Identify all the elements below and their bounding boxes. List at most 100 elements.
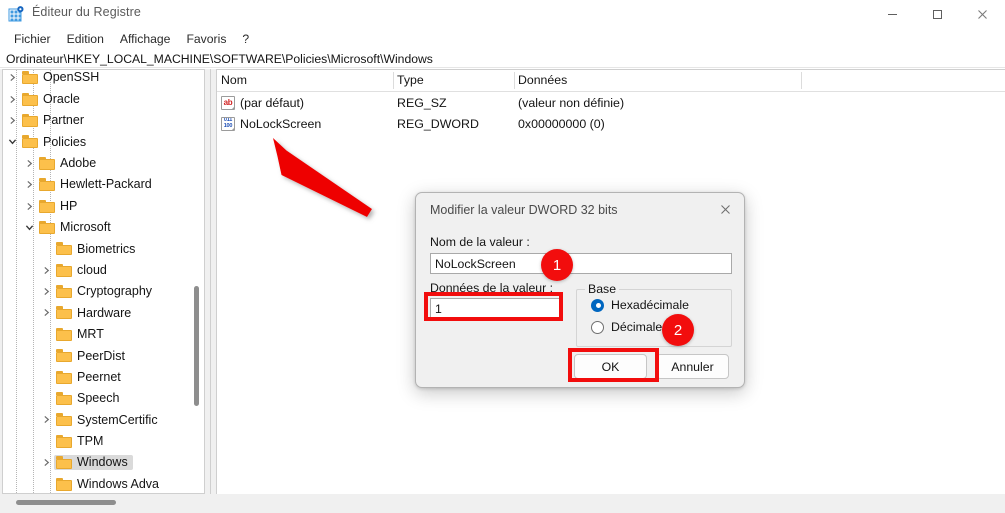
tree-item-label: Oracle (43, 91, 80, 106)
tree-item[interactable]: Hardware (3, 302, 189, 323)
tree-item[interactable]: Cryptography (3, 281, 189, 302)
radio-hexadecimal[interactable]: Hexadécimale (591, 298, 689, 312)
tree-item[interactable]: Speech (3, 388, 189, 409)
tree-item-content[interactable]: PeerDist (54, 348, 130, 363)
tree-item[interactable]: Peernet (3, 366, 189, 387)
tree-item-content[interactable]: SystemCertific (54, 412, 163, 427)
ok-button[interactable]: OK (574, 354, 647, 379)
tree-vertical-scroll-thumb[interactable] (194, 286, 199, 406)
dialog-close-icon[interactable] (710, 197, 740, 221)
tree-item[interactable]: Policies (3, 131, 189, 152)
tree-item[interactable]: cloud (3, 260, 189, 281)
tree-item-content[interactable]: Windows Adva (54, 477, 164, 492)
tree-item[interactable]: Partner (3, 110, 189, 131)
pane-splitter[interactable] (207, 69, 215, 494)
reg-dword-icon: 011 100 (221, 116, 235, 131)
chevron-right-icon[interactable] (38, 260, 54, 281)
tree-item-content[interactable]: Peernet (54, 370, 126, 385)
chevron-right-icon[interactable] (21, 153, 37, 174)
radio-decimal-indicator (591, 320, 604, 334)
registry-tree-pane[interactable]: OpenSSH Oracle Partner Policies Adobe Hewlett… (2, 69, 205, 494)
menu-aide[interactable]: ? (234, 30, 257, 48)
column-type[interactable]: Type (397, 73, 424, 87)
tree-item[interactable]: Adobe (3, 153, 189, 174)
tree-item-content[interactable]: Oracle (20, 92, 85, 107)
chevron-right-icon[interactable] (4, 110, 20, 131)
value-data-input[interactable]: 1 (430, 298, 563, 320)
folder-icon (56, 477, 72, 491)
address-bar[interactable]: Ordinateur\HKEY_LOCAL_MACHINE\SOFTWARE\P… (0, 50, 1005, 68)
tree-item-content[interactable]: Cryptography (54, 284, 157, 299)
tree-item-content[interactable]: Windows (54, 455, 133, 471)
menu-fichier[interactable]: Fichier (6, 30, 59, 48)
tree-item-content[interactable]: TPM (54, 434, 108, 449)
tree-item[interactable]: PeerDist (3, 345, 189, 366)
menu-favoris[interactable]: Favoris (178, 30, 234, 48)
tree-item-content[interactable]: Hardware (54, 305, 136, 320)
tree-item[interactable]: Windows Adva (3, 473, 189, 493)
chevron-right-icon[interactable] (21, 174, 37, 195)
menu-edition[interactable]: Edition (59, 30, 112, 48)
tree-item[interactable]: Oracle (3, 88, 189, 109)
close-button[interactable] (960, 0, 1005, 28)
chevron-right-icon[interactable] (38, 452, 54, 473)
tree-item[interactable]: MRT (3, 324, 189, 345)
value-data-label: Données de la valeur : (430, 281, 554, 295)
tree-item-content[interactable]: Policies (20, 134, 91, 149)
tree-item-content[interactable]: Hewlett-Packard (37, 177, 157, 192)
tree-item[interactable]: Hewlett-Packard (3, 174, 189, 195)
tree-horizontal-scroll-thumb[interactable] (16, 500, 116, 505)
tree-item-content[interactable]: MRT (54, 327, 109, 342)
column-divider[interactable] (514, 72, 515, 89)
maximize-button[interactable] (915, 0, 960, 28)
window-title: Éditeur du Registre (32, 5, 141, 19)
tree-item[interactable]: HP (3, 195, 189, 216)
registry-value-row[interactable]: ab (par défaut) REG_SZ (valeur non définie) (217, 92, 1005, 113)
chevron-right-icon[interactable] (4, 88, 20, 109)
tree-item-content[interactable]: OpenSSH (20, 70, 104, 85)
tree-item-content[interactable]: Speech (54, 391, 124, 406)
registry-value-row[interactable]: 011 100 NoLockScreen REG_DWORD 0x00000000 (0… (217, 113, 1005, 134)
chevron-down-icon[interactable] (4, 131, 20, 152)
column-divider[interactable] (393, 72, 394, 89)
tree-item-content[interactable]: Partner (20, 113, 89, 128)
cancel-button[interactable]: Annuler (656, 354, 729, 379)
badge-step-1: 1 (541, 249, 573, 281)
folder-icon (39, 178, 55, 192)
chevron-right-icon[interactable] (21, 195, 37, 216)
tree-item-content[interactable]: Biometrics (54, 241, 140, 256)
tree-item-label: cloud (77, 262, 107, 277)
minimize-button[interactable] (870, 0, 915, 28)
tree-no-twisty (38, 473, 54, 493)
folder-icon (56, 263, 72, 277)
tree-item-content[interactable]: Microsoft (37, 220, 116, 235)
column-divider[interactable] (801, 72, 802, 89)
registry-editor-window: Éditeur du Registre Fichier Edition Affich… (0, 0, 1005, 513)
value-name-input[interactable]: NoLockScreen (430, 253, 732, 274)
value-name-text: NoLockScreen (240, 116, 322, 131)
tree-horizontal-scrollbar[interactable] (2, 495, 205, 510)
menu-affichage[interactable]: Affichage (112, 30, 179, 48)
chevron-down-icon[interactable] (21, 217, 37, 238)
chevron-right-icon[interactable] (4, 70, 20, 88)
chevron-right-icon[interactable] (38, 281, 54, 302)
tree-item-label: Policies (43, 134, 87, 149)
chevron-right-icon[interactable] (38, 409, 54, 430)
column-data[interactable]: Données (518, 73, 567, 87)
tree-item-content[interactable]: cloud (54, 263, 112, 278)
tree-item[interactable]: Windows (3, 452, 189, 473)
folder-icon (22, 135, 38, 149)
chevron-right-icon[interactable] (38, 302, 54, 323)
tree-item[interactable]: SystemCertific (3, 409, 189, 430)
tree-item[interactable]: Biometrics (3, 238, 189, 259)
tree-item[interactable]: Microsoft (3, 217, 189, 238)
tree-item[interactable]: OpenSSH (3, 70, 189, 88)
tree-item-content[interactable]: HP (37, 199, 82, 214)
radio-decimal[interactable]: Décimale (591, 320, 662, 334)
tree-item-content[interactable]: Adobe (37, 156, 101, 171)
list-column-headers: Nom Type Données (217, 70, 1005, 92)
value-data-cell: 0x00000000 (0) (518, 116, 605, 131)
tree-vertical-scrollbar[interactable] (189, 71, 203, 492)
column-name[interactable]: Nom (221, 73, 247, 87)
tree-item[interactable]: TPM (3, 431, 189, 452)
